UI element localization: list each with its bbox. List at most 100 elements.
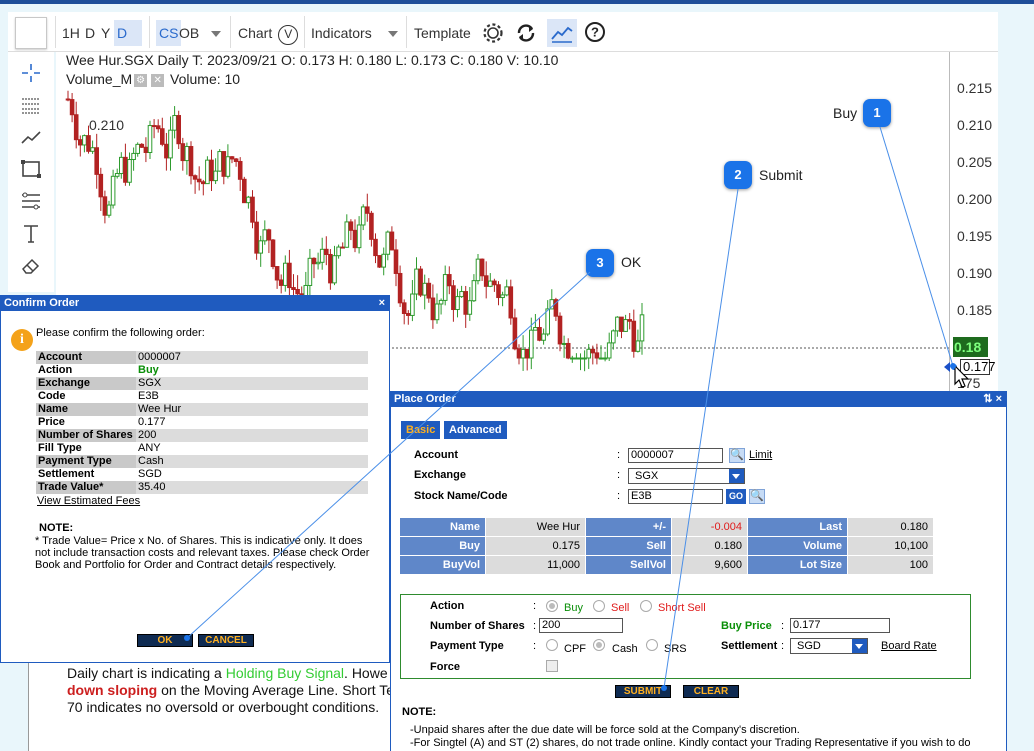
drawing-tools	[8, 52, 54, 292]
confirm-intro: Please confirm the following order:	[36, 327, 205, 339]
place-order-titlebar: Place Order ⇅ ×	[391, 392, 1006, 407]
candle-body	[381, 253, 386, 268]
candle-body	[233, 158, 239, 162]
refresh-icon[interactable]	[515, 22, 537, 44]
step-label-ok: OK	[621, 254, 642, 270]
close-icon[interactable]: ✕	[151, 73, 165, 87]
line-chart-toggle[interactable]	[547, 19, 577, 47]
candle-body	[262, 229, 268, 242]
settings-icon[interactable]: ⚙	[134, 73, 148, 87]
stock-code-field[interactable]: E3B	[628, 489, 723, 504]
candle-body	[479, 258, 485, 277]
settlement-label: Settlement	[721, 640, 778, 652]
quote-value: 0.175	[485, 536, 586, 556]
window-controls-icon[interactable]: ⇅ ×	[983, 392, 1002, 407]
tab-advanced[interactable]: Advanced	[444, 421, 507, 439]
period-y-button[interactable]: Y	[101, 20, 110, 46]
eraser-icon[interactable]	[20, 254, 42, 276]
cs-button[interactable]: CS	[156, 20, 182, 46]
trading-app: 1H D Y D CS OB Chart V Indicators Templat…	[0, 0, 1034, 751]
candle-body	[151, 125, 157, 128]
account-label: Account	[414, 449, 458, 461]
cancel-button[interactable]: CANCEL	[198, 634, 254, 647]
toolbar-divider	[406, 16, 407, 48]
candle-body	[623, 319, 628, 332]
candle-body	[463, 291, 468, 315]
horizontal-lines-icon[interactable]	[20, 94, 42, 116]
period-dropdown[interactable]: D	[114, 20, 142, 64]
price-tick-label: 0.195	[957, 228, 993, 244]
step-marker-1: 1	[863, 99, 891, 127]
sell-radio[interactable]	[593, 600, 605, 612]
chart-type-button[interactable]: Chart V	[238, 20, 299, 46]
candle-body	[188, 146, 194, 177]
ok-button[interactable]: OK	[137, 634, 193, 647]
candle-body	[127, 159, 132, 183]
colon: :	[781, 620, 785, 632]
candle-body	[410, 293, 415, 316]
shares-field[interactable]: 200	[539, 618, 623, 633]
confirm-order-dialog: Confirm Order × i Please confirm the fol…	[0, 295, 390, 663]
tab-basic[interactable]: Basic	[401, 421, 441, 439]
close-icon[interactable]: ×	[379, 296, 385, 311]
cpf-radio[interactable]	[546, 639, 558, 651]
candle-body	[615, 316, 620, 332]
period-1h-button[interactable]: 1H	[62, 20, 80, 46]
candle-body	[598, 357, 604, 360]
svg-text:?: ?	[591, 25, 599, 40]
candle-body	[492, 280, 497, 286]
trend-line-icon[interactable]	[20, 126, 42, 148]
submit-button[interactable]: SUBMIT	[615, 685, 671, 698]
exchange-select[interactable]: SGX	[628, 468, 745, 484]
quote-value: -0.004	[671, 517, 748, 537]
candle-body	[565, 342, 571, 359]
rectangle-icon[interactable]	[20, 158, 42, 180]
search-icon[interactable]: 🔍	[749, 489, 765, 504]
force-label: Force	[430, 661, 460, 673]
candle-body	[475, 258, 481, 282]
ob-dropdown[interactable]: OB	[179, 20, 222, 46]
go-button[interactable]: GO	[726, 489, 746, 504]
period-d-button[interactable]: D	[85, 20, 95, 46]
candle-body	[291, 287, 296, 290]
chart-v-icon: V	[278, 25, 299, 45]
place-order-title: Place Order	[394, 393, 456, 405]
candle-body	[373, 238, 378, 257]
gear-icon[interactable]	[482, 22, 504, 44]
candle-body	[131, 152, 136, 161]
candle-body	[225, 156, 231, 177]
fib-lines-icon[interactable]	[20, 190, 42, 212]
indicators-dropdown[interactable]: Indicators	[311, 20, 398, 46]
account-field[interactable]: 0000007	[628, 448, 723, 463]
order-field-label: Fill Type	[36, 442, 136, 455]
board-rate-link[interactable]: Board Rate	[881, 640, 937, 652]
cash-radio[interactable]	[593, 639, 605, 651]
candle-body	[213, 170, 218, 182]
clear-button[interactable]: CLEAR	[683, 685, 739, 698]
chart-symbol-box[interactable]	[15, 17, 47, 49]
settlement-select[interactable]: SGD	[790, 638, 868, 654]
search-icon[interactable]: 🔍	[729, 448, 745, 463]
srs-radio[interactable]	[646, 639, 658, 651]
template-button[interactable]: Template	[414, 20, 471, 46]
limit-link[interactable]: Limit	[749, 449, 772, 461]
candle-body	[389, 231, 395, 251]
info-icon: i	[11, 329, 33, 351]
quote-value: 100	[847, 555, 934, 575]
colon: :	[617, 449, 621, 461]
candle-body	[110, 175, 116, 206]
colon: :	[781, 640, 785, 652]
force-checkbox[interactable]	[546, 660, 558, 672]
crosshair-icon[interactable]	[20, 62, 42, 84]
help-icon[interactable]: ?	[584, 21, 606, 43]
chevron-down-icon	[729, 469, 744, 483]
candle-body	[582, 357, 587, 360]
short-sell-radio[interactable]	[640, 600, 652, 612]
view-estimated-fees-link[interactable]: View Estimated Fees	[37, 495, 140, 507]
toolbar-divider	[55, 16, 56, 48]
buy-price-field[interactable]: 0.177	[790, 618, 890, 633]
order-field-value: E3B	[136, 390, 368, 403]
buy-radio[interactable]	[546, 600, 558, 612]
sell-option-label: Sell	[611, 602, 630, 614]
text-icon[interactable]	[20, 222, 42, 244]
